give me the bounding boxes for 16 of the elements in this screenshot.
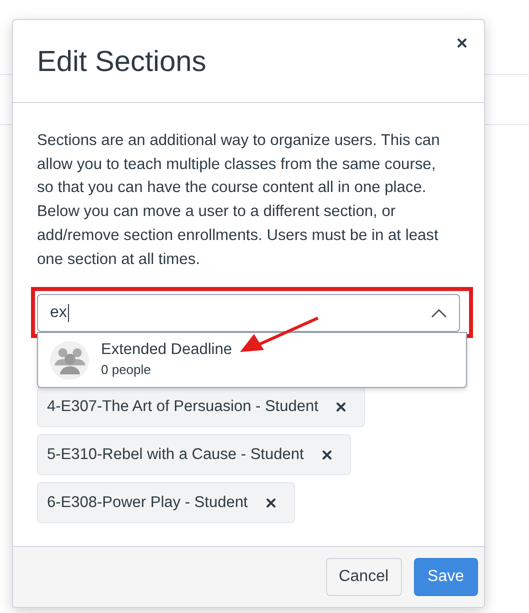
remove-icon[interactable]	[336, 402, 346, 412]
section-label: 6-E308-Power Play - Student	[47, 493, 248, 514]
section-label: 5-E310-Rebel with a Cause - Student	[47, 445, 304, 466]
suggestion-item[interactable]: Extended Deadline 0 people	[38, 333, 466, 388]
search-field[interactable]: ex	[37, 294, 460, 332]
description-text: Sections are an additional way to organize users. This can allow you to teach multiple classes from the same course, so that you can have the course content all in one place. Below you can move a user to a different section, or add/remove section enrollments. Users must be in at least one section at all times.	[37, 131, 441, 270]
close-icon[interactable]	[455, 36, 469, 50]
save-button[interactable]: Save	[414, 558, 478, 596]
remove-icon[interactable]	[322, 450, 332, 460]
dialog-title: Edit Sections	[37, 46, 206, 76]
cancel-button[interactable]: Cancel	[326, 558, 402, 596]
remove-icon[interactable]	[266, 498, 276, 508]
member-count: 0 people	[101, 361, 152, 380]
group-avatar-icon	[50, 340, 89, 380]
section-label: 4-E307-The Art of Persuasion - Student	[47, 397, 318, 418]
suggestion-name: Extended Deadline	[101, 340, 232, 360]
